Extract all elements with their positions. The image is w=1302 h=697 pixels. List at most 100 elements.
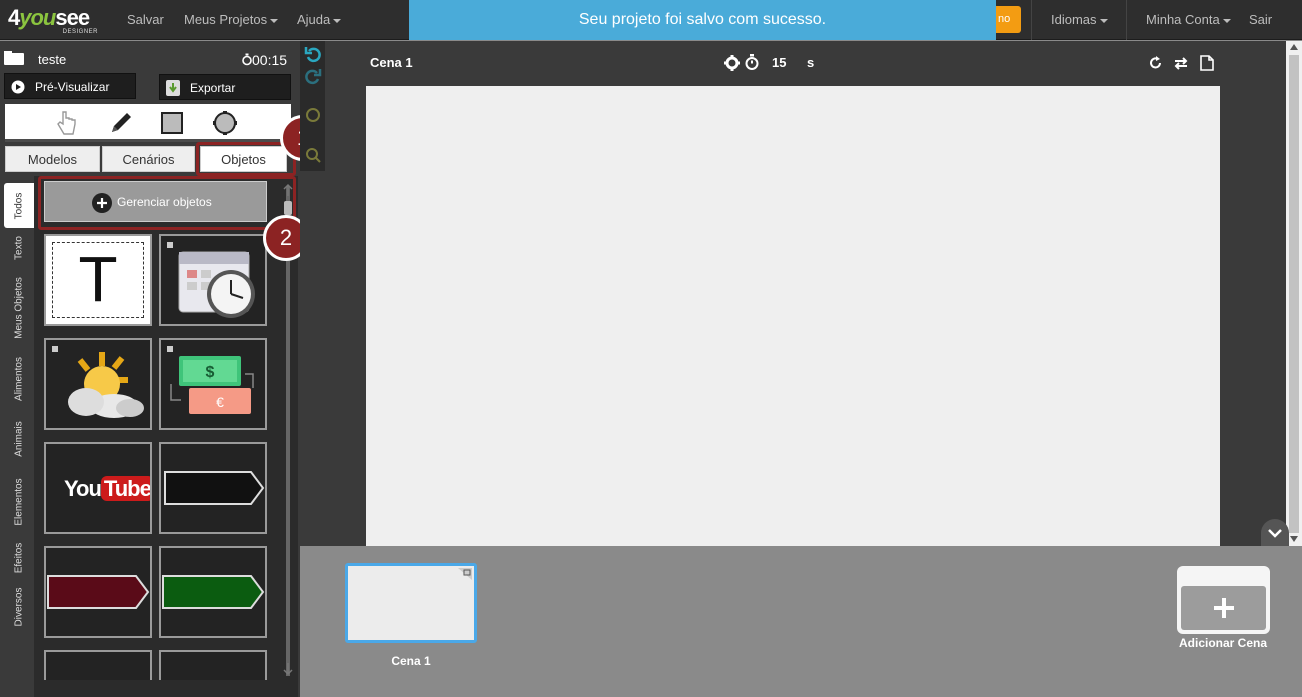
my-projects-label: Meus Projetos [184, 12, 268, 27]
nav-divider [1031, 0, 1032, 40]
folder-icon [4, 51, 24, 65]
chevron-down-icon [1099, 18, 1108, 23]
chevron-down-icon [1268, 529, 1282, 538]
category-tab-my-objects[interactable]: Meus Objetos [4, 268, 34, 348]
object-burgundy-arrow-tile[interactable] [44, 546, 152, 638]
add-scene-button[interactable] [1177, 566, 1270, 634]
preview-button[interactable]: Pré-Visualizar [4, 73, 136, 99]
scroll-down-icon[interactable] [281, 662, 295, 676]
category-tab-effects[interactable]: Efeitos [4, 536, 34, 580]
export-label: Exportar [190, 81, 236, 95]
category-tab-food[interactable]: Alimentos [4, 348, 34, 410]
black-arrow-banner-icon [164, 471, 265, 505]
currency-exchange-icon: $ € [167, 346, 254, 414]
tab-models[interactable]: Modelos [5, 146, 100, 172]
object-tile-partial[interactable] [44, 650, 152, 680]
vertical-toolbar [300, 41, 325, 171]
logout-link[interactable]: Sair [1249, 0, 1272, 40]
languages-menu[interactable]: Idiomas [1051, 0, 1108, 40]
chevron-down-icon [333, 18, 342, 23]
rectangle-tool[interactable] [157, 109, 187, 137]
calendar-clock-icon [167, 242, 255, 318]
ellipse-tool[interactable] [210, 109, 240, 137]
text-object-letter: T [78, 243, 118, 315]
gear-icon[interactable] [724, 55, 740, 71]
hand-pointer-icon [57, 111, 76, 135]
object-weather-tile[interactable] [44, 338, 152, 430]
object-currency-exchange-tile[interactable]: $ € [159, 338, 267, 430]
app-logo[interactable]: 4yousee DESIGNER [8, 5, 100, 35]
redo-icon[interactable] [304, 67, 322, 85]
refresh-icon[interactable] [1149, 56, 1163, 70]
scene-canvas[interactable] [366, 86, 1220, 547]
orange-action-button[interactable]: no [996, 6, 1021, 33]
select-tool[interactable] [51, 109, 81, 137]
scene-duration-unit: s [807, 55, 815, 70]
collapse-timeline-button[interactable] [1261, 519, 1289, 547]
plus-circle-icon [92, 193, 112, 213]
object-black-arrow-tile[interactable] [159, 442, 267, 534]
nav-divider [1126, 0, 1127, 40]
chevron-down-icon [1222, 18, 1231, 23]
youtube-logo: You Tube [64, 476, 150, 502]
category-tab-animals[interactable]: Animais [4, 410, 34, 468]
add-scene-label: Adicionar Cena [1178, 636, 1268, 650]
my-projects-menu[interactable]: Meus Projetos [184, 0, 279, 40]
object-tile-partial[interactable] [159, 650, 267, 680]
export-button[interactable]: Exportar [159, 74, 291, 100]
zoom-out-icon[interactable] [305, 147, 321, 163]
stopwatch-icon [745, 54, 759, 70]
scroll-up-arrow-icon[interactable] [1290, 44, 1298, 50]
category-tab-misc[interactable]: Diversos [4, 580, 34, 634]
save-success-toast: Seu projeto foi salvo com sucesso. [409, 0, 996, 40]
category-tabs: Todos Texto Meus Objetos Alimentos Anima… [4, 180, 34, 680]
tab-scenarios[interactable]: Cenários [102, 146, 195, 172]
scroll-up-icon[interactable] [281, 183, 295, 197]
scene-thumbnail[interactable] [345, 563, 477, 643]
project-name[interactable]: teste [38, 52, 66, 67]
editor-scroll-thumb[interactable] [1289, 55, 1299, 533]
preview-label: Pré-Visualizar [35, 80, 110, 94]
scroll-down-arrow-icon[interactable] [1290, 536, 1298, 542]
object-youtube-tile[interactable]: You Tube [44, 442, 152, 534]
help-label: Ajuda [297, 12, 331, 27]
pen-tool[interactable] [106, 109, 136, 137]
objects-scroll-thumb[interactable] [284, 201, 292, 215]
green-arrow-banner-icon [162, 575, 265, 609]
object-calendar-clock-tile[interactable] [159, 234, 267, 326]
download-icon [166, 80, 180, 96]
save-link[interactable]: Salvar [127, 0, 164, 40]
euro-sign: € [216, 394, 224, 410]
help-menu[interactable]: Ajuda [297, 0, 342, 40]
editor-scrollbar[interactable] [1286, 41, 1302, 546]
ellipse-icon [213, 111, 237, 135]
duplicate-scene-icon[interactable] [458, 568, 472, 580]
swap-icon[interactable] [1173, 55, 1189, 71]
object-text-tile[interactable]: T [44, 234, 152, 326]
category-tab-all[interactable]: Todos [4, 183, 34, 228]
scene-duration-value[interactable]: 15 [772, 55, 786, 70]
my-account-menu[interactable]: Minha Conta [1146, 0, 1231, 40]
logo-subtitle: DESIGNER [62, 29, 98, 35]
stopwatch-icon [242, 53, 252, 66]
zoom-in-icon[interactable] [305, 107, 321, 123]
project-duration: 00:15 [242, 52, 287, 68]
category-tab-elements[interactable]: Elementos [4, 468, 34, 536]
scene-thumbnail-label: Cena 1 [391, 654, 431, 668]
scene-title: Cena 1 [370, 55, 413, 70]
rectangle-icon [161, 112, 183, 134]
sun-cloud-icon [52, 346, 144, 418]
burgundy-arrow-banner-icon [47, 575, 150, 609]
document-icon[interactable] [1200, 55, 1214, 71]
undo-icon[interactable] [304, 45, 322, 63]
play-icon [11, 80, 25, 94]
plus-icon [1214, 598, 1234, 618]
manage-objects-button[interactable]: Gerenciar objetos [44, 181, 267, 222]
dollar-sign: $ [206, 364, 215, 381]
category-tab-text[interactable]: Texto [4, 228, 34, 268]
pencil-icon [112, 113, 131, 132]
drawing-tools [5, 104, 291, 142]
chevron-down-icon [270, 18, 279, 23]
my-account-label: Minha Conta [1146, 12, 1220, 27]
object-green-arrow-tile[interactable] [159, 546, 267, 638]
